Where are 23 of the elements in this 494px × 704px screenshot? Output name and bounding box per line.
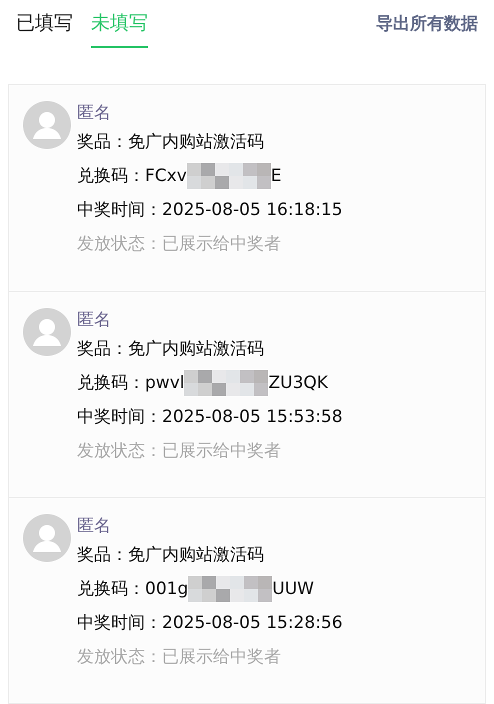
code-end-text: ZU3QK (268, 372, 328, 395)
code-end-text: E (270, 165, 282, 188)
time-text: 中奖时间：2025-08-05 16:18:15 (77, 199, 343, 222)
status-text: 发放状态：已展示给中奖者 (77, 440, 282, 463)
code-end-text: UUW (272, 578, 314, 601)
time-text: 中奖时间：2025-08-05 15:28:56 (77, 612, 343, 635)
user-name: 匿名 (77, 515, 112, 538)
avatar-icon (23, 514, 71, 562)
code-text: 兑换码：pwvl (77, 372, 184, 395)
prize-text: 奖品：免广内购站激活码 (77, 338, 265, 361)
prize-text: 奖品：免广内购站激活码 (77, 131, 265, 154)
code-text: 兑换码：001g (77, 578, 188, 601)
user-name: 匿名 (77, 309, 112, 332)
avatar-icon (23, 308, 71, 356)
status-text: 发放状态：已展示给中奖者 (77, 646, 282, 669)
export-button[interactable]: 导出所有数据 (376, 8, 478, 39)
avatar-icon (23, 101, 71, 149)
status-text: 发放状态：已展示给中奖者 (77, 233, 282, 256)
user-name: 匿名 (77, 102, 112, 125)
prize-text: 奖品：免广内购站激活码 (77, 544, 265, 567)
tab[interactable]: 已填写 (16, 8, 73, 48)
time-text: 中奖时间：2025-08-05 15:53:58 (77, 406, 343, 429)
code-text: 兑换码：FCxv (77, 165, 187, 188)
